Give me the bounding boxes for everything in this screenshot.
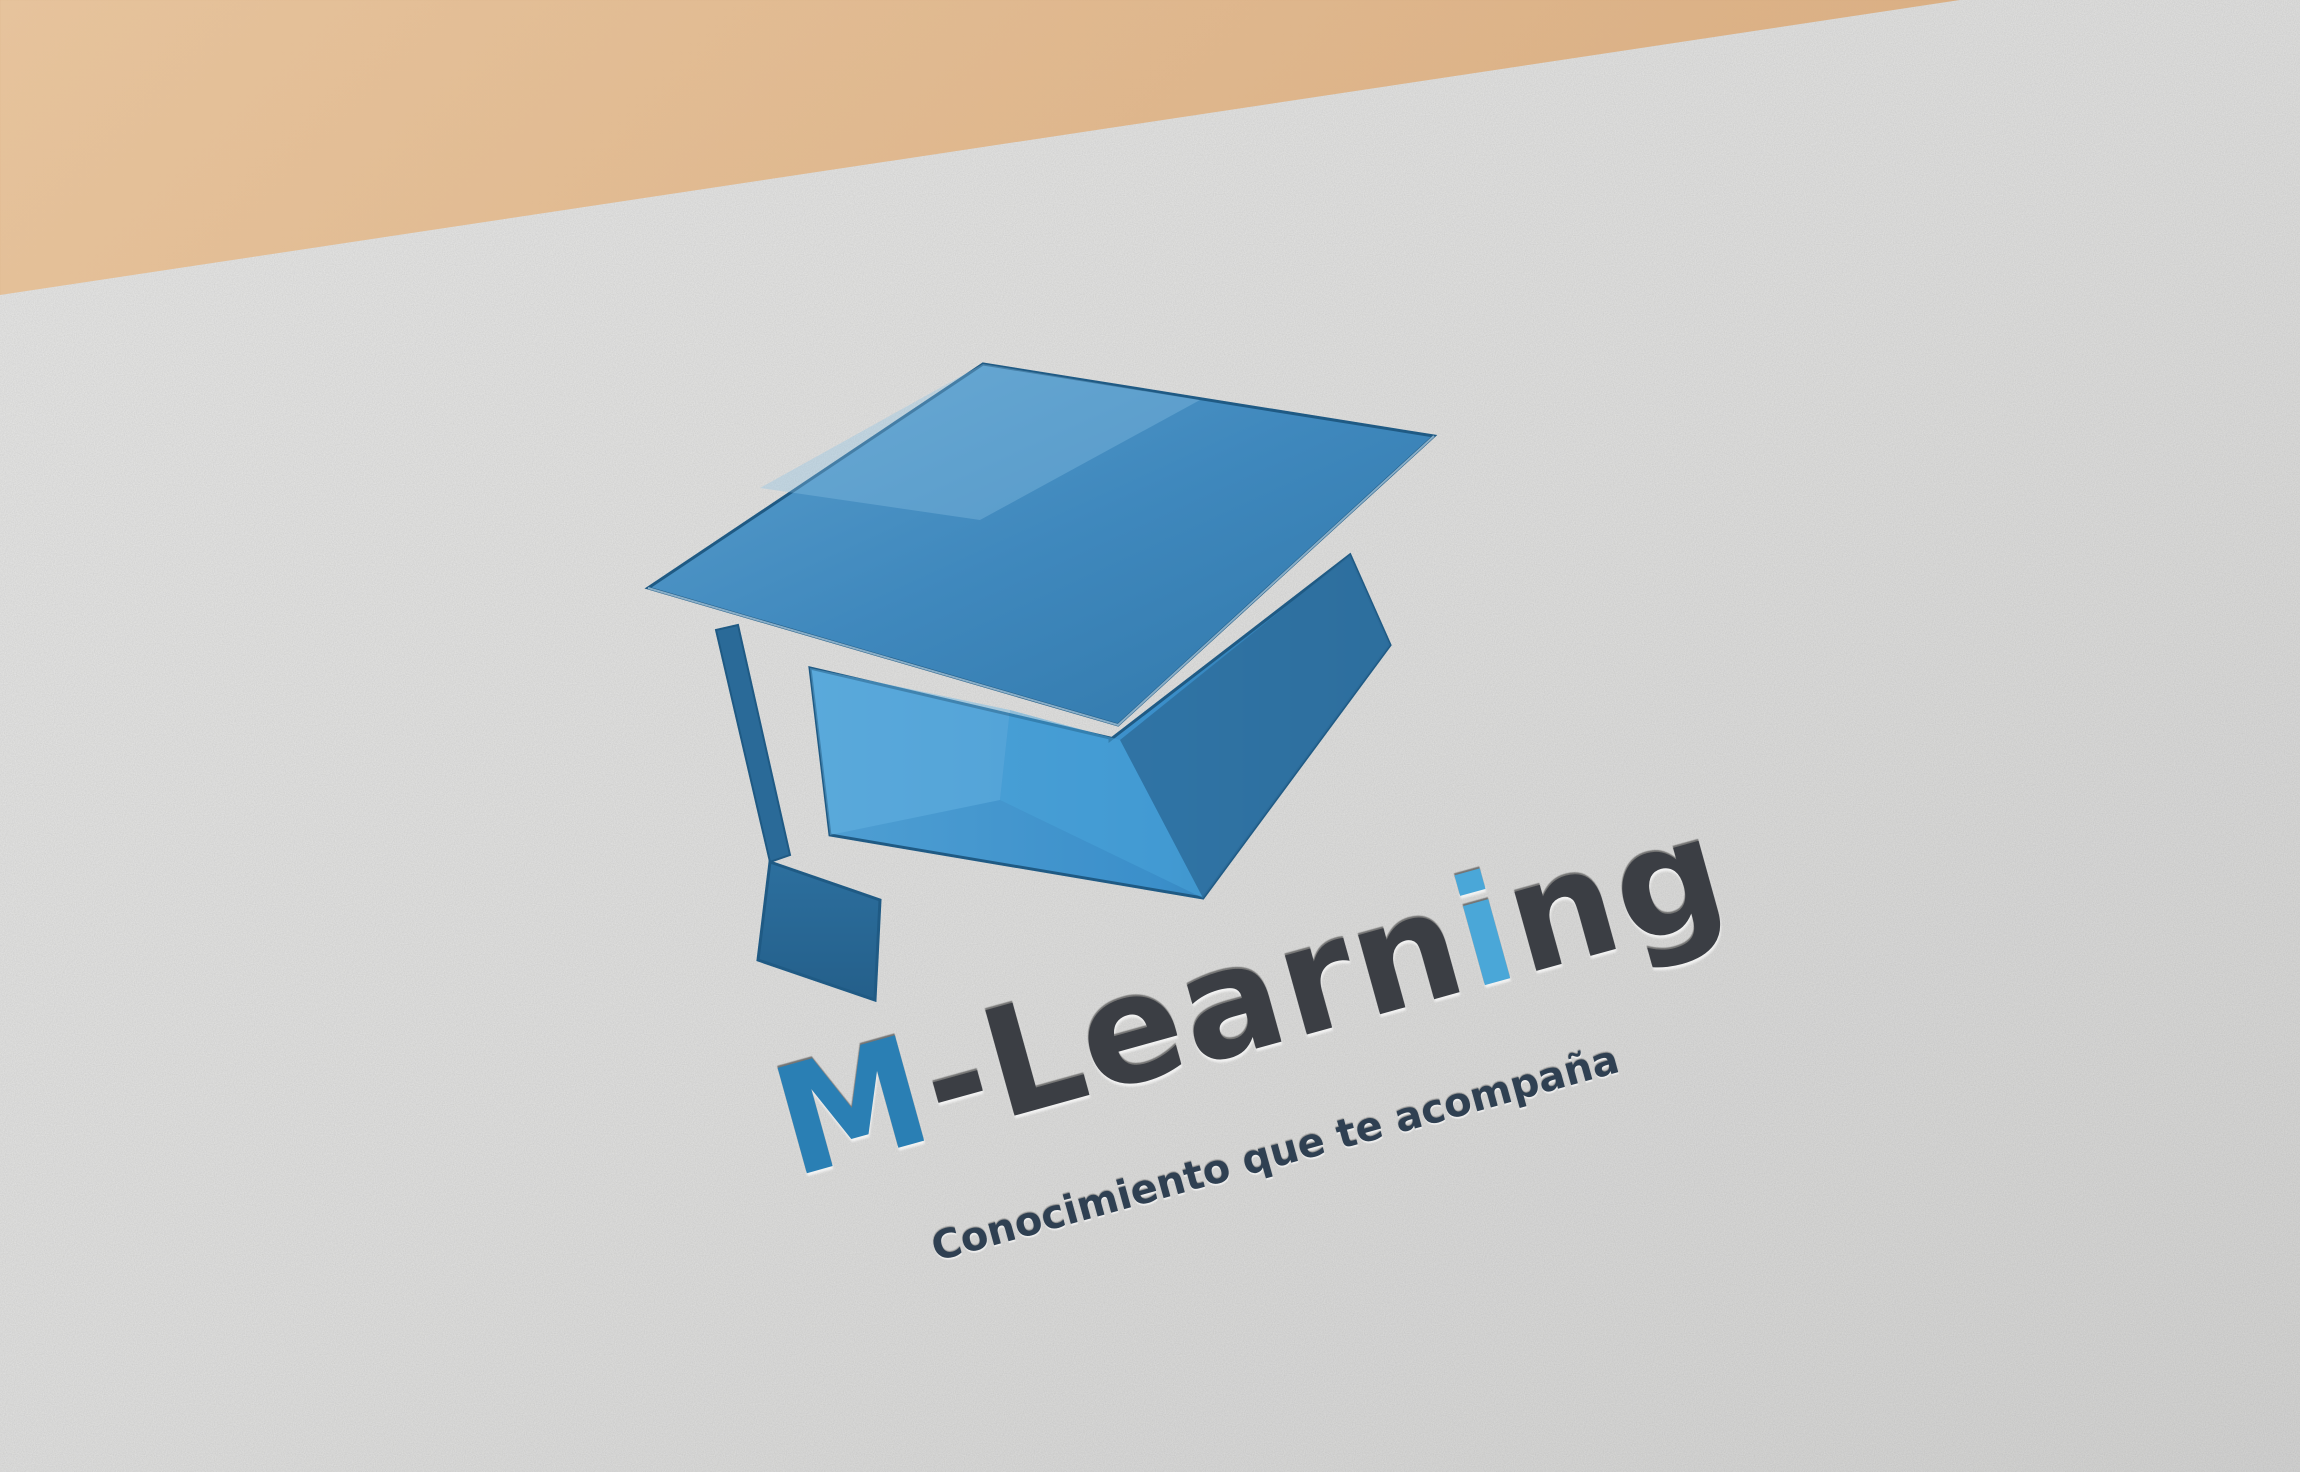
mockup-scene: M-Learning Conocimiento que te acompaña bbox=[0, 0, 2300, 1472]
paper-mockup bbox=[0, 0, 2300, 1472]
